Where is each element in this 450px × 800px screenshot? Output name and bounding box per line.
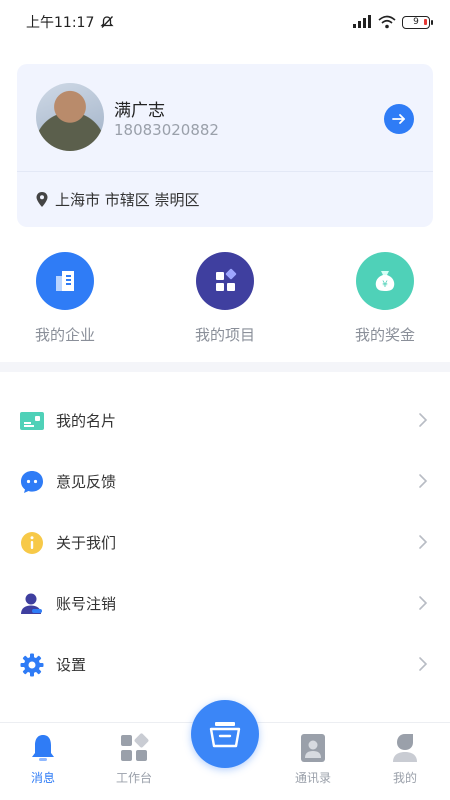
business-card-icon (20, 409, 44, 433)
quick-action-my-company[interactable]: 我的企业 (5, 252, 125, 345)
bell-icon (28, 733, 58, 763)
quick-action-label: 我的奖金 (354, 326, 415, 344)
tab-label: 通讯录 (294, 771, 331, 785)
profile-arrow-button[interactable] (384, 104, 414, 134)
quick-action-my-projects[interactable]: 我的项目 (165, 252, 285, 345)
center-action-button[interactable] (191, 700, 259, 768)
tab-contacts[interactable]: 通讯录 (278, 733, 348, 786)
menu-label: 关于我们 (56, 534, 117, 552)
mute-alarm-icon (100, 16, 114, 28)
card-divider (17, 171, 433, 172)
user-icon (20, 592, 44, 616)
user-name: 满广志 (114, 101, 165, 121)
tab-messages[interactable]: 消息 (8, 733, 78, 786)
quick-actions: 我的企业 我的项目 ¥ 我的奖金 (0, 252, 450, 352)
menu-item-business-card[interactable]: 我的名片 (0, 390, 450, 451)
contacts-icon (298, 733, 328, 763)
quick-action-label: 我的企业 (34, 326, 95, 344)
wifi-icon (378, 15, 396, 29)
status-left: 上午11:17 (26, 12, 114, 32)
menu-label: 设置 (56, 656, 87, 674)
building-icon (36, 252, 94, 310)
settings-menu: 我的名片 意见反馈 关于我们 账号注销 设置 (0, 390, 450, 695)
location-text: 上海市 市辖区 崇明区 (55, 191, 200, 209)
quick-action-label: 我的项目 (194, 326, 255, 344)
section-separator (0, 362, 450, 372)
signal-icon (353, 15, 371, 28)
tab-label: 消息 (30, 771, 55, 785)
chevron-right-icon (419, 474, 428, 488)
chevron-right-icon (419, 535, 428, 549)
profile-card[interactable]: 满广志 18083020882 上海市 市辖区 崇明区 (17, 64, 433, 227)
tab-workbench[interactable]: 工作台 (99, 733, 169, 786)
menu-label: 我的名片 (56, 412, 117, 430)
avatar[interactable] (36, 83, 104, 151)
menu-item-delete-account[interactable]: 账号注销 (0, 573, 450, 634)
status-right: 9 (352, 15, 433, 29)
status-time: 上午11:17 (26, 15, 95, 31)
user-phone: 18083020882 (114, 121, 219, 139)
arrow-right-icon (392, 114, 405, 124)
location-row: 上海市 市辖区 崇明区 (35, 189, 200, 210)
money-bag-icon: ¥ (356, 252, 414, 310)
box-icon (209, 722, 241, 748)
chevron-right-icon (419, 413, 428, 427)
profile-icon (390, 733, 420, 763)
chat-bubble-icon (20, 470, 44, 494)
svg-text:¥: ¥ (382, 280, 388, 290)
menu-item-about-us[interactable]: 关于我们 (0, 512, 450, 573)
tab-mine[interactable]: 我的 (370, 733, 440, 786)
tab-label: 工作台 (115, 771, 152, 785)
menu-label: 账号注销 (56, 595, 117, 613)
apps-icon (119, 733, 149, 763)
quick-action-my-bonus[interactable]: ¥ 我的奖金 (325, 252, 445, 345)
tab-label: 我的 (392, 771, 417, 785)
menu-item-feedback[interactable]: 意见反馈 (0, 451, 450, 512)
battery-low-indicator (424, 18, 427, 25)
gear-icon (20, 653, 44, 677)
location-pin-icon (36, 192, 48, 207)
battery-icon: 9 (402, 15, 433, 29)
info-icon (20, 531, 44, 555)
chevron-right-icon (419, 596, 428, 610)
menu-label: 意见反馈 (56, 473, 117, 491)
grid-diamond-icon (196, 252, 254, 310)
battery-level: 9 (413, 16, 419, 27)
menu-item-settings[interactable]: 设置 (0, 634, 450, 695)
status-bar: 上午11:17 9 (0, 0, 450, 44)
chevron-right-icon (419, 657, 428, 671)
